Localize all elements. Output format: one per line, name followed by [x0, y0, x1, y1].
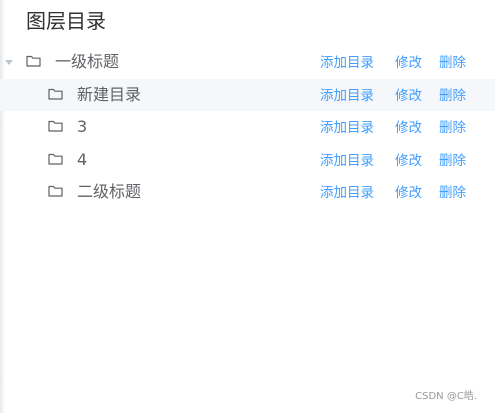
folder-icon	[48, 185, 63, 197]
page: 图层目录 一级标题 添加目录 修改 删除 新建目录 添加目录 修改 删除 3 添…	[0, 0, 495, 413]
edit-link[interactable]: 修改	[395, 86, 422, 106]
caret-down-icon[interactable]	[5, 60, 13, 65]
edit-link[interactable]: 修改	[395, 183, 422, 203]
folder-icon	[48, 88, 63, 100]
tree-node-level2[interactable]: 新建目录 添加目录 修改 删除	[0, 78, 495, 111]
folder-icon	[48, 153, 63, 165]
tree-node-label: 3	[77, 117, 88, 136]
folder-icon	[48, 120, 63, 132]
tree-node-label: 二级标题	[77, 182, 142, 201]
delete-link[interactable]: 删除	[439, 86, 466, 106]
tree-node-label: 一级标题	[55, 52, 120, 71]
tree-node-label: 4	[77, 149, 88, 169]
edit-link[interactable]: 修改	[395, 118, 422, 138]
add-directory-link[interactable]: 添加目录	[320, 86, 374, 106]
delete-link[interactable]: 删除	[439, 151, 466, 171]
edit-link[interactable]: 修改	[395, 53, 422, 73]
directory-tree: 一级标题 添加目录 修改 删除 新建目录 添加目录 修改 删除 3 添加目录 修…	[0, 46, 495, 209]
add-directory-link[interactable]: 添加目录	[320, 183, 374, 203]
watermark: CSDN @C皓.	[415, 391, 477, 402]
tree-node-level2[interactable]: 4 添加目录 修改 删除	[0, 144, 495, 177]
add-directory-link[interactable]: 添加目录	[320, 151, 374, 171]
panel-title: 图层目录	[26, 9, 106, 33]
delete-link[interactable]: 删除	[439, 118, 466, 138]
delete-link[interactable]: 删除	[439, 183, 466, 203]
add-directory-link[interactable]: 添加目录	[320, 53, 374, 73]
folder-icon	[26, 55, 41, 67]
tree-node-level1[interactable]: 一级标题 添加目录 修改 删除	[0, 46, 495, 79]
add-directory-link[interactable]: 添加目录	[320, 118, 374, 138]
edit-link[interactable]: 修改	[395, 151, 422, 171]
tree-node-level2[interactable]: 3 添加目录 修改 删除	[0, 111, 495, 144]
delete-link[interactable]: 删除	[439, 53, 466, 73]
tree-node-label: 新建目录	[77, 84, 142, 104]
tree-node-level2[interactable]: 二级标题 添加目录 修改 删除	[0, 176, 495, 209]
